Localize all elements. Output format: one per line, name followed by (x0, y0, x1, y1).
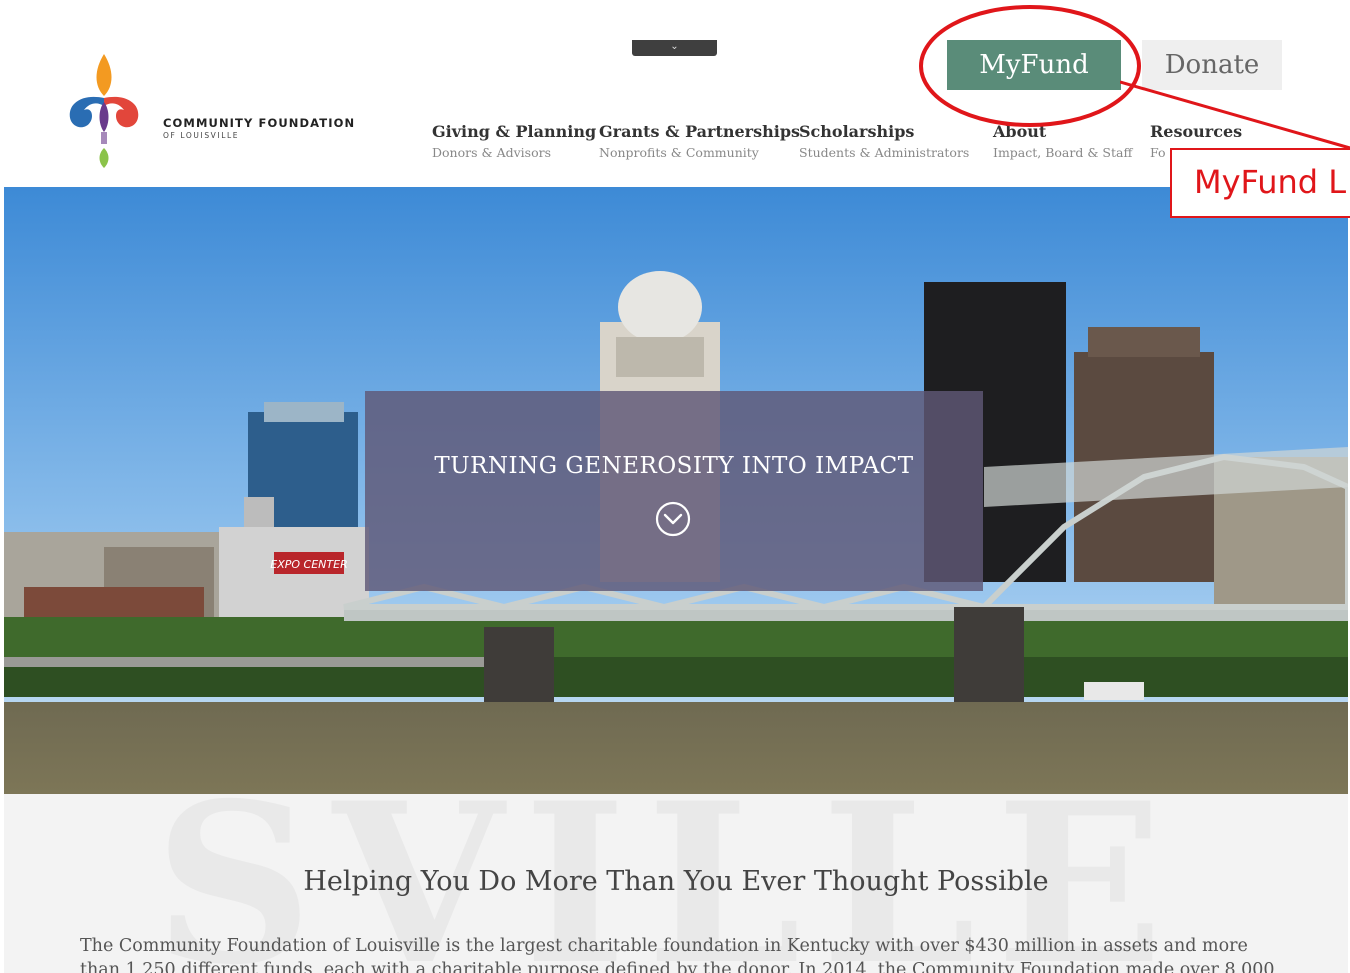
hero-title: TURNING GENEROSITY INTO IMPACT (434, 453, 914, 479)
logo-subname: OF LOUISVILLE (163, 131, 240, 140)
hero-overlay-box: TURNING GENEROSITY INTO IMPACT (365, 391, 983, 591)
chevron-circle-down-icon[interactable] (654, 500, 692, 538)
intro-body: The Community Foundation of Louisville i… (80, 936, 1275, 973)
intro-heading: Helping You Do More Than You Ever Though… (303, 866, 1049, 897)
nav-subtitle: Donors & Advisors (432, 145, 552, 160)
nav-subtitle: Impact, Board & Staff (993, 145, 1133, 160)
annotation-label-box: MyFund L (1170, 148, 1350, 218)
nav-subtitle: Nonprofits & Community (599, 145, 759, 160)
chevron-double-down-icon: ⌄ (670, 41, 679, 52)
nav-item-grants-partnerships[interactable]: Grants & Partnerships Nonprofits & Commu… (599, 122, 800, 160)
annotation-ellipse (919, 5, 1141, 127)
nav-title: Grants & Partnerships (599, 122, 801, 141)
intro-section: SVILLE Helping You Do More Than You Ever… (4, 794, 1348, 973)
community-foundation-logo-icon[interactable] (64, 52, 144, 170)
drawer-toggle-button[interactable]: ⌄ (632, 40, 717, 56)
nav-title: Giving & Planning (432, 122, 597, 141)
nav-item-giving-planning[interactable]: Giving & Planning Donors & Advisors (432, 122, 596, 160)
annotation-label: MyFund L (1194, 163, 1347, 201)
logo-name: COMMUNITY FOUNDATION (163, 116, 356, 130)
logo-text[interactable]: COMMUNITY FOUNDATION OF LOUISVILLE (163, 116, 355, 140)
hero-sign-text: EXPO CENTER (270, 558, 347, 571)
nav-subtitle: Students & Administrators (799, 145, 970, 160)
